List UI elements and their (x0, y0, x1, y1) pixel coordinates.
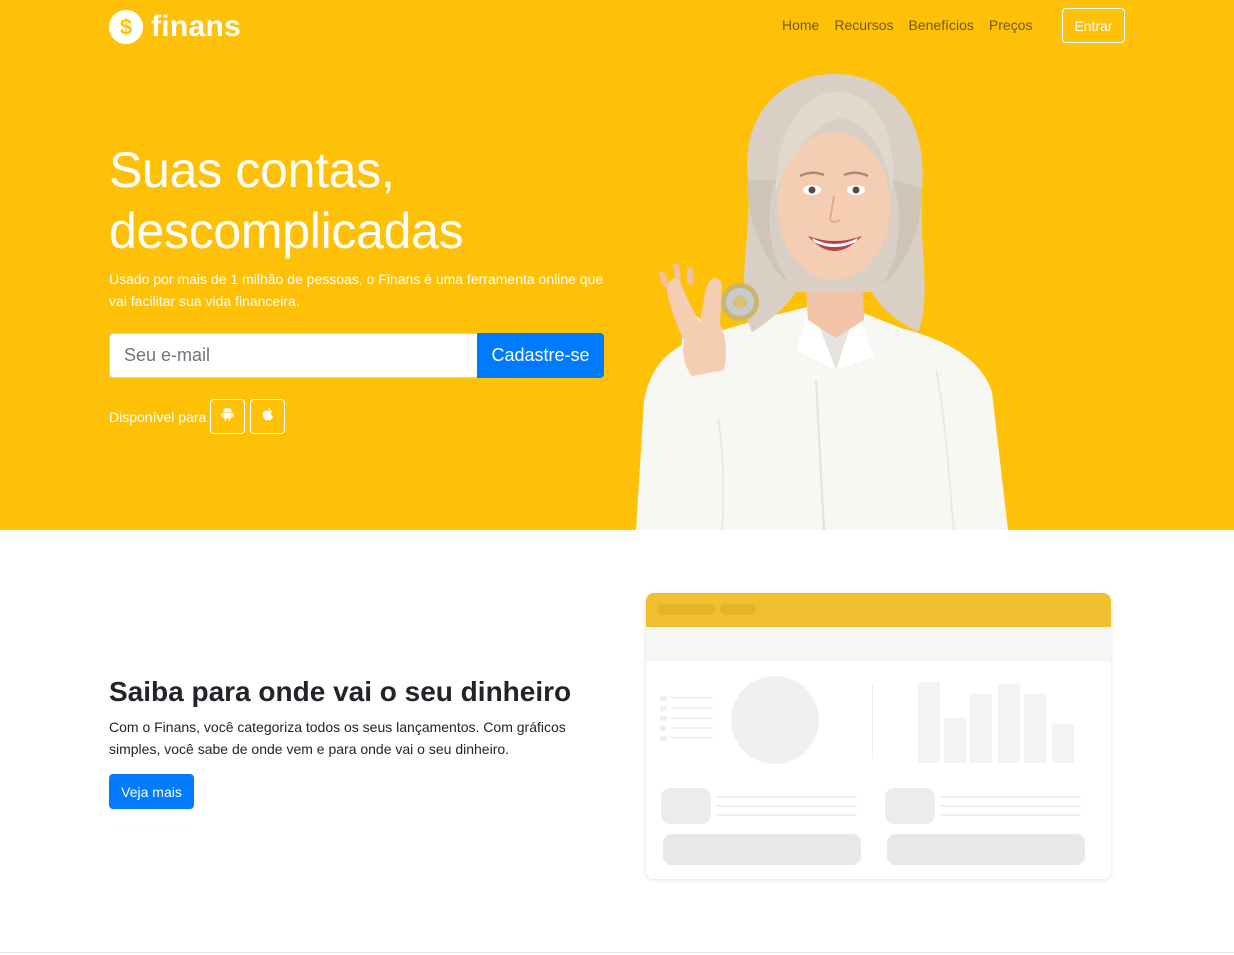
dashboard-mockup-illustration (646, 593, 1111, 879)
android-store-button[interactable] (210, 399, 246, 434)
signup-form: Cadastre-se (109, 333, 604, 378)
android-icon (221, 407, 235, 426)
apple-icon (262, 407, 274, 426)
nav-link-recursos[interactable]: Recursos (834, 17, 893, 33)
svg-text:$: $ (120, 15, 132, 40)
apple-store-button[interactable] (250, 399, 286, 434)
feature-title: Saiba para onde vai o seu dinheiro (109, 676, 572, 707)
email-input[interactable] (109, 333, 477, 378)
login-button[interactable]: Entrar (1062, 8, 1125, 43)
see-more-button[interactable]: Veja mais (109, 774, 194, 809)
feature-text: Com o Finans, você categoriza todos os s… (109, 719, 566, 757)
brand-logo[interactable]: $ finans (109, 10, 241, 44)
dollar-coin-icon: $ (109, 10, 143, 44)
hero-subtitle: Usado por mais de 1 milhão de pessoas, o… (109, 271, 604, 309)
hero-title: Suas contas, descomplicadas (109, 140, 629, 262)
nav-link-beneficios[interactable]: Benefícios (909, 17, 974, 33)
section-divider (0, 952, 1234, 953)
signup-button[interactable]: Cadastre-se (477, 333, 604, 378)
nav-links: Home Recursos Benefícios Preços (782, 17, 1047, 33)
nav-link-home[interactable]: Home (782, 17, 819, 33)
hero-title-line-2: descomplicadas (109, 203, 464, 259)
navbar: $ finans Home Recursos Benefícios Preços… (0, 0, 1234, 56)
brand-name: finans (151, 10, 242, 43)
available-platforms: Disponível para (109, 399, 290, 434)
available-label: Disponível para (109, 408, 207, 425)
hero-section: $ finans Home Recursos Benefícios Preços… (0, 0, 1234, 530)
nav-link-precos[interactable]: Preços (989, 17, 1033, 33)
hero-woman-holding-coin-photo (636, 70, 1016, 530)
hero-title-line-1: Suas contas, (109, 142, 395, 198)
